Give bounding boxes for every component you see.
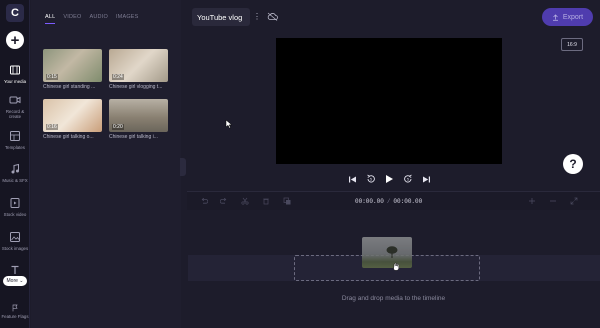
fit-to-screen-icon[interactable] bbox=[570, 197, 578, 205]
redo-icon[interactable] bbox=[220, 197, 228, 205]
grab-hand-icon bbox=[393, 262, 399, 271]
clip-thumbnail[interactable]: 0:20 bbox=[109, 99, 168, 132]
sidebar-item-music-sfx[interactable]: Music & SFX bbox=[0, 163, 30, 183]
total-time: 00:00.00 bbox=[393, 198, 423, 205]
music-icon bbox=[11, 163, 19, 174]
rewind-icon: 5 bbox=[366, 174, 375, 183]
current-time: 00:00.00 bbox=[355, 198, 384, 205]
sidebar-item-label: Music & SFX bbox=[2, 178, 28, 183]
forward-5s-button[interactable]: 5 bbox=[402, 173, 414, 185]
left-sidebar: C + Your media Record & create Templates… bbox=[0, 0, 30, 328]
media-clip[interactable]: 0:16 Chinese girl talking o... bbox=[43, 99, 102, 140]
camera-icon bbox=[9, 96, 21, 104]
clip-duration: 0:16 bbox=[46, 124, 58, 130]
cloud-sync-off-icon[interactable] bbox=[267, 12, 278, 21]
drop-hint-text: Drag and drop media to the timeline bbox=[341, 295, 446, 302]
project-title-input[interactable]: YouTube vlog bbox=[192, 8, 250, 26]
timecode: 00:00.00/00:00.00 bbox=[355, 198, 422, 205]
export-button[interactable]: Export bbox=[542, 8, 593, 26]
text-icon bbox=[11, 265, 19, 274]
clip-duration: 0:20 bbox=[112, 124, 124, 130]
tab-audio[interactable]: AUDIO bbox=[90, 14, 108, 24]
skip-back-button[interactable] bbox=[346, 173, 358, 185]
svg-text:5: 5 bbox=[370, 178, 372, 182]
duplicate-icon[interactable] bbox=[283, 197, 291, 205]
add-media-button[interactable]: + bbox=[6, 31, 24, 49]
zoom-out-icon[interactable] bbox=[549, 197, 557, 205]
sidebar-item-label: Your media bbox=[3, 79, 27, 84]
sidebar-item-feature-flags[interactable]: Feature Flags bbox=[0, 304, 30, 319]
clip-title: Chinese girl talking o... bbox=[43, 134, 94, 140]
clip-title: Chinese girl talking i... bbox=[109, 134, 158, 140]
clip-thumbnail[interactable]: 0:24 bbox=[109, 49, 168, 82]
media-clip[interactable]: 0:24 Chinese girl vlogging t... bbox=[109, 49, 168, 90]
svg-text:5: 5 bbox=[407, 178, 409, 182]
flag-icon bbox=[12, 304, 18, 312]
skip-forward-button[interactable] bbox=[420, 173, 432, 185]
more-label: More bbox=[6, 278, 18, 284]
sidebar-item-label: Feature Flags bbox=[1, 314, 29, 319]
undo-icon[interactable] bbox=[200, 197, 208, 205]
sidebar-item-text[interactable] bbox=[0, 264, 30, 276]
media-clip[interactable]: 0:20 Chinese girl talking i... bbox=[109, 99, 168, 140]
clip-duration: 0:15 bbox=[46, 74, 58, 80]
logo-letter: C bbox=[11, 7, 19, 19]
media-clip[interactable]: 0:15 Chinese girl standing ... bbox=[43, 49, 102, 90]
sidebar-item-stock-video[interactable]: Stock video bbox=[0, 197, 30, 217]
forward-icon: 5 bbox=[403, 174, 412, 183]
clip-title: Chinese girl vlogging t... bbox=[109, 84, 163, 90]
play-icon bbox=[386, 175, 393, 183]
upload-icon bbox=[552, 13, 558, 21]
more-button[interactable]: More ⌄ bbox=[3, 276, 27, 286]
play-button[interactable] bbox=[383, 173, 395, 185]
zoom-in-icon[interactable] bbox=[528, 197, 536, 205]
sidebar-item-label: Record & create bbox=[5, 109, 25, 119]
sidebar-item-stock-images[interactable]: Stock images bbox=[0, 231, 30, 251]
clip-thumbnail[interactable]: 0:16 bbox=[43, 99, 102, 132]
dragged-clip[interactable] bbox=[362, 237, 412, 268]
media-panel: ALL VIDEO AUDIO IMAGES 0:15 Chinese girl… bbox=[31, 0, 181, 328]
video-icon bbox=[10, 198, 20, 208]
skip-back-icon bbox=[348, 176, 356, 182]
sidebar-item-templates[interactable]: Templates bbox=[0, 130, 30, 150]
sidebar-item-label: Stock images bbox=[1, 246, 29, 251]
sidebar-item-label: Templates bbox=[4, 145, 25, 150]
skip-forward-icon bbox=[422, 176, 430, 182]
kebab-menu-icon[interactable]: ⋮ bbox=[253, 12, 261, 21]
help-button[interactable]: ? bbox=[563, 154, 583, 174]
playback-controls: 5 5 bbox=[346, 172, 432, 186]
app-logo[interactable]: C bbox=[6, 4, 24, 22]
tab-video[interactable]: VIDEO bbox=[63, 14, 81, 24]
time-separator: / bbox=[386, 198, 391, 205]
aspect-ratio-button[interactable]: 16:9 bbox=[561, 38, 583, 51]
clip-thumbnail[interactable]: 0:15 bbox=[43, 49, 102, 82]
clip-title: Chinese girl standing ... bbox=[43, 84, 96, 90]
rewind-5s-button[interactable]: 5 bbox=[365, 173, 377, 185]
sidebar-item-your-media[interactable]: Your media bbox=[0, 64, 30, 84]
export-label: Export bbox=[562, 13, 584, 21]
trash-icon[interactable] bbox=[262, 197, 270, 205]
sidebar-item-label: Stock video bbox=[3, 212, 27, 217]
scissors-icon[interactable] bbox=[241, 197, 249, 205]
collapse-panel-handle[interactable] bbox=[180, 158, 186, 176]
tab-all[interactable]: ALL bbox=[45, 14, 56, 24]
mouse-pointer-icon bbox=[225, 119, 233, 129]
clip-duration: 0:24 bbox=[112, 74, 124, 80]
tab-images[interactable]: IMAGES bbox=[116, 14, 139, 24]
image-icon bbox=[10, 232, 20, 242]
sidebar-item-record-create[interactable]: Record & create bbox=[0, 94, 30, 119]
chevron-down-icon: ⌄ bbox=[19, 278, 24, 284]
video-preview bbox=[276, 38, 502, 164]
tree-icon bbox=[386, 246, 398, 258]
film-icon bbox=[10, 65, 20, 75]
media-tabs: ALL VIDEO AUDIO IMAGES bbox=[45, 14, 139, 24]
templates-icon bbox=[10, 131, 20, 141]
